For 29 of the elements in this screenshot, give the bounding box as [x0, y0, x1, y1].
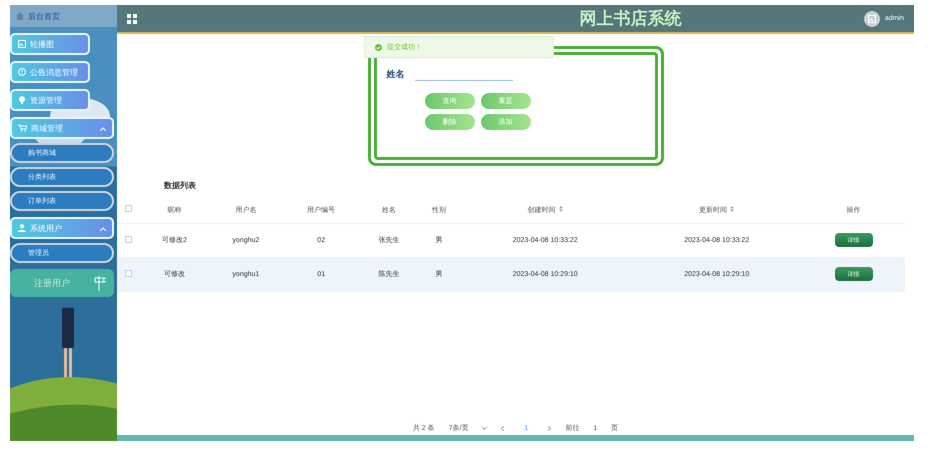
cart-icon [18, 124, 27, 132]
checkbox[interactable] [125, 205, 132, 212]
app-title: 网上书店系统 [579, 8, 682, 30]
sort-icon[interactable] [730, 206, 734, 212]
chevron-down-icon[interactable] [482, 426, 488, 430]
user-icon [18, 224, 26, 232]
checkbox[interactable] [125, 236, 132, 242]
sidebar-menu-item[interactable]: 公告消息管理 [10, 61, 90, 83]
image-icon [868, 14, 876, 22]
sidebar-menu-item[interactable]: 商城管理 [10, 117, 114, 139]
bulb-icon [18, 96, 26, 104]
image-icon [18, 40, 26, 48]
field-label: 姓名 [386, 68, 404, 80]
sidebar-menu-item[interactable]: 轮播图 [10, 33, 90, 55]
signpost-icon [94, 275, 106, 291]
next-page-icon[interactable] [548, 426, 552, 430]
check-circle-icon [375, 44, 382, 50]
prev-page-icon[interactable] [501, 426, 504, 430]
info-icon [18, 68, 26, 76]
sidebar-menu-item[interactable]: 系统用户 [10, 217, 114, 239]
home-menu-item[interactable]: 后台首页 [10, 5, 117, 27]
register-menu-item[interactable]: 注册用户 [10, 269, 114, 297]
table-title: 数据列表 [164, 180, 197, 191]
checkbox[interactable] [125, 270, 132, 276]
sidebar-menu-item[interactable]: 资源管理 [10, 89, 90, 111]
grid-menu-icon[interactable] [127, 14, 137, 24]
avatar[interactable] [864, 10, 880, 26]
sort-icon[interactable] [558, 206, 563, 212]
home-icon [16, 12, 24, 20]
